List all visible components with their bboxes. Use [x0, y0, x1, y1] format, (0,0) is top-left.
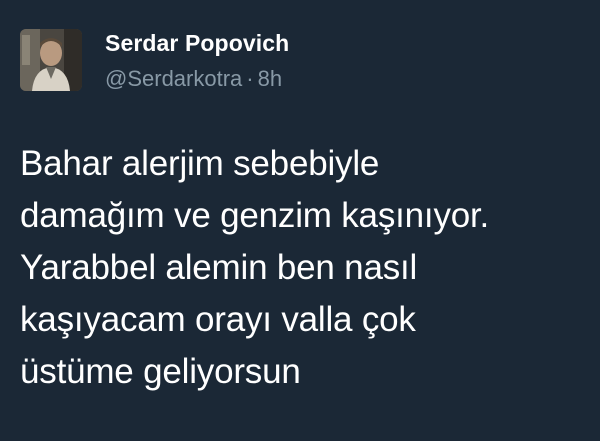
display-name[interactable]: Serdar Popovich	[105, 30, 289, 57]
tweet-timestamp[interactable]: 8h	[258, 66, 282, 91]
tweet-text-line: Bahar alerjim sebebiyle	[20, 144, 380, 183]
profile-photo-icon	[20, 29, 82, 91]
tweet-text-line: damağım ve genzim kaşınıyor.	[20, 196, 490, 235]
tweet-text-line: üstüme geliyorsun	[20, 352, 301, 391]
tweet-meta: @Serdarkotra · 8h	[105, 66, 282, 92]
tweet-card: Serdar Popovich @Serdarkotra · 8h Bahar al…	[0, 0, 600, 441]
avatar[interactable]	[20, 29, 82, 91]
user-handle[interactable]: @Serdarkotra	[105, 66, 242, 91]
tweet-text: Bahar alerjim sebebiyle damağım ve genzi…	[20, 138, 590, 398]
tweet-text-line: Yarabbel alemin ben nasıl	[20, 248, 418, 287]
meta-separator: ·	[246, 66, 254, 91]
tweet-text-line: kaşıyacam orayı valla çok	[20, 300, 416, 339]
